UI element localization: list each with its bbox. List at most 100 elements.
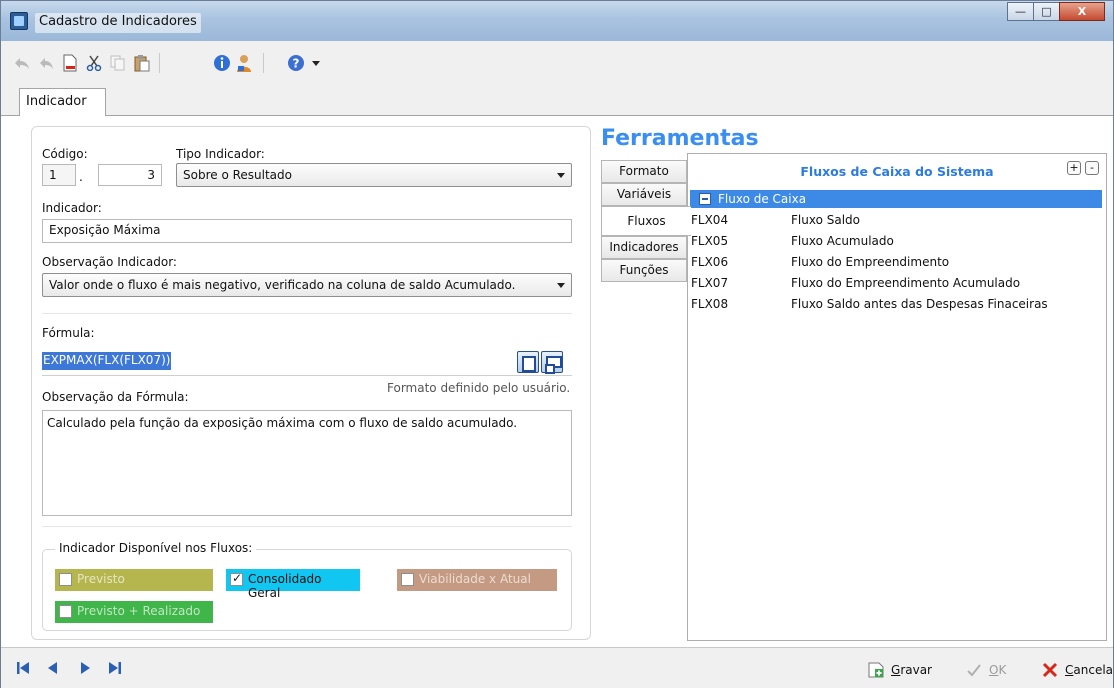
save-icon xyxy=(867,661,885,679)
check-viabilidade-label: Viabilidade x Atual xyxy=(419,572,531,586)
checkbox-icon xyxy=(59,605,72,618)
tab-fluxos[interactable]: Fluxos xyxy=(601,206,691,236)
tab-strip: Indicador xyxy=(1,85,1113,116)
tree-title: Fluxos de Caixa do Sistema xyxy=(800,164,994,179)
expand-all-button[interactable]: + xyxy=(1067,161,1081,175)
toolbar-separator-2 xyxy=(263,53,264,73)
chevron-down-icon xyxy=(557,283,565,288)
flux-desc: Fluxo Saldo antes das Despesas Finaceira… xyxy=(791,297,1048,311)
toolbar: ? xyxy=(1,41,1113,85)
first-record-icon[interactable] xyxy=(15,660,33,678)
cancela-button[interactable]: Cancela xyxy=(1041,660,1113,680)
new-document-icon[interactable] xyxy=(61,54,79,72)
check-previsto-realizado[interactable]: Previsto + Realizado xyxy=(55,601,213,623)
content-area: Código: 1 . 3 Tipo Indicador: Sobre o Re… xyxy=(1,116,1113,647)
check-viabilidade[interactable]: Viabilidade x Atual xyxy=(397,569,557,591)
codigo-part1-field[interactable]: 1 xyxy=(42,164,76,186)
window-controls: — □ X xyxy=(1007,2,1105,21)
main-window: Cadastro de Indicadores — □ X ? Indicado… xyxy=(0,0,1114,688)
copy-icon[interactable] xyxy=(109,54,127,72)
flux-desc: Fluxo do Empreendimento xyxy=(791,255,950,269)
obs-formula-textarea[interactable]: Calculado pela função da exposição máxim… xyxy=(42,410,572,516)
tipo-indicador-select[interactable]: Sobre o Resultado xyxy=(176,163,572,187)
fluxos-tree: Fluxos de Caixa do Sistema + - Fluxo de … xyxy=(687,153,1107,641)
form-panel: Código: 1 . 3 Tipo Indicador: Sobre o Re… xyxy=(31,126,591,640)
next-record-icon[interactable] xyxy=(77,660,95,678)
indicador-label: Indicador: xyxy=(42,201,102,215)
obs-indicador-label: Observação Indicador: xyxy=(42,255,177,269)
codigo-separator: . xyxy=(79,170,83,184)
help-icon[interactable]: ? xyxy=(287,54,305,72)
flux-desc: Fluxo Saldo xyxy=(791,213,860,227)
ok-button[interactable]: OK xyxy=(965,660,1006,680)
codigo-part2-field[interactable]: 3 xyxy=(98,164,162,186)
indicador-field[interactable]: Exposição Máxima xyxy=(42,219,572,243)
tab-indicadores[interactable]: Indicadores xyxy=(601,236,687,259)
user-icon[interactable] xyxy=(235,54,253,72)
last-record-icon[interactable] xyxy=(107,660,125,678)
formula-editor-icon[interactable] xyxy=(541,351,563,374)
window-title: Cadastro de Indicadores xyxy=(35,13,201,33)
tree-group-fluxo-de-caixa[interactable]: Fluxo de Caixa xyxy=(690,190,1102,208)
group-label: Indicador Disponível nos Fluxos: xyxy=(55,541,257,555)
check-consolidado-geral[interactable]: Consolidado Geral xyxy=(226,569,360,600)
bottom-bar: Gravar OK Cancela xyxy=(1,647,1113,688)
ok-label: OK xyxy=(989,663,1007,677)
tipo-indicador-label: Tipo Indicador: xyxy=(176,147,265,161)
svg-text:?: ? xyxy=(293,57,300,71)
flux-desc: Fluxo do Empreendimento Acumulado xyxy=(791,276,1021,290)
paste-icon[interactable] xyxy=(133,54,151,72)
obs-formula-label: Observação da Fórmula: xyxy=(42,390,189,404)
tab-funcoes[interactable]: Funções xyxy=(601,259,687,282)
collapse-icon[interactable] xyxy=(699,193,711,205)
toolbar-separator xyxy=(159,53,160,73)
checkbox-checked-icon xyxy=(230,571,243,586)
reply-icon[interactable] xyxy=(13,54,31,72)
check-previsto[interactable]: Previsto xyxy=(55,569,213,591)
cut-icon[interactable] xyxy=(85,54,103,72)
collapse-all-button[interactable]: - xyxy=(1085,161,1099,175)
copy-formula-icon[interactable] xyxy=(517,351,539,373)
flux-code: FLX06 xyxy=(691,255,729,269)
check-previsto-label: Previsto xyxy=(77,572,125,586)
reply-all-icon[interactable] xyxy=(37,54,55,72)
chevron-down-icon xyxy=(557,173,565,178)
formula-input[interactable]: EXPMAX(FLX(FLX07)) xyxy=(42,346,572,376)
fluxos-groupbox: Indicador Disponível nos Fluxos: Previst… xyxy=(42,541,572,631)
divider-2 xyxy=(42,526,572,527)
cancela-label: Cancela xyxy=(1065,663,1114,677)
tipo-indicador-value: Sobre o Resultado xyxy=(183,168,292,182)
tab-variaveis[interactable]: Variáveis xyxy=(601,183,687,206)
obs-indicador-select[interactable]: Valor onde o fluxo é mais negativo, veri… xyxy=(42,273,572,297)
gravar-button[interactable]: Gravar xyxy=(867,660,932,680)
formula-label: Fórmula: xyxy=(42,326,95,340)
checkbox-icon xyxy=(401,573,414,586)
tree-group-label: Fluxo de Caixa xyxy=(718,192,807,206)
close-button[interactable]: X xyxy=(1059,2,1105,21)
check-consolidado-label: Consolidado Geral xyxy=(248,572,322,600)
formato-note: Formato definido pelo usuário. xyxy=(387,381,571,395)
divider xyxy=(42,313,572,314)
check-previsto-realizado-label: Previsto + Realizado xyxy=(77,604,201,618)
flux-desc: Fluxo Acumulado xyxy=(791,234,894,248)
cancel-icon xyxy=(1041,661,1059,679)
maximize-button[interactable]: □ xyxy=(1033,2,1060,21)
info-icon[interactable] xyxy=(213,54,231,72)
tab-formato[interactable]: Formato xyxy=(601,160,687,183)
obs-indicador-value: Valor onde o fluxo é mais negativo, veri… xyxy=(49,278,516,292)
gravar-label: Gravar xyxy=(891,663,932,677)
codigo-label: Código: xyxy=(42,147,88,161)
ferramentas-panel: Ferramentas Formato Variáveis Fluxos Ind… xyxy=(597,126,1113,641)
dropdown-icon[interactable] xyxy=(307,54,325,72)
flux-code: FLX08 xyxy=(691,297,729,311)
previous-record-icon[interactable] xyxy=(45,660,63,678)
minimize-button[interactable]: — xyxy=(1007,2,1034,21)
flux-code: FLX05 xyxy=(691,234,729,248)
title-bar: Cadastro de Indicadores — □ X xyxy=(1,1,1113,41)
app-icon xyxy=(10,12,28,30)
ferramentas-title: Ferramentas xyxy=(601,126,759,151)
tab-indicador[interactable]: Indicador xyxy=(19,88,106,116)
checkbox-icon xyxy=(59,573,72,586)
check-icon xyxy=(965,661,983,679)
flux-code: FLX04 xyxy=(691,213,729,227)
